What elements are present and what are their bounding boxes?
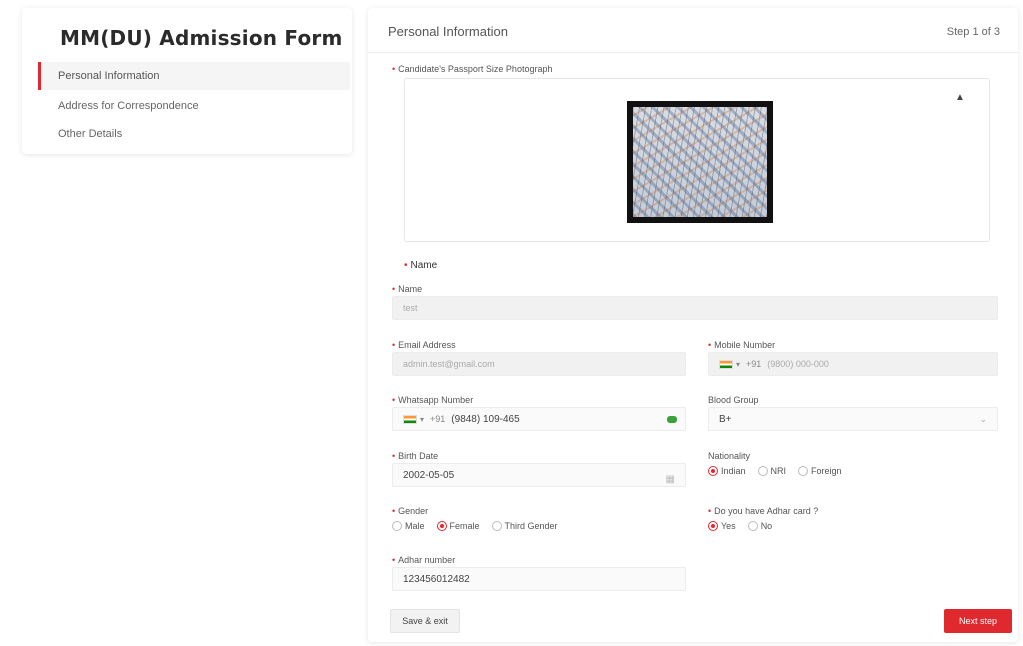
aadhar-number-field[interactable]: 123456012482 [392,567,686,591]
sidebar-item-personal-information[interactable]: Personal Information [38,62,350,90]
nationality-option-indian[interactable]: Indian [708,466,746,476]
aadhar-card-radio-group: Yes No [708,521,780,531]
panel-title: Personal Information [388,24,508,39]
nationality-radio-group: Indian NRI Foreign [708,466,850,476]
chevron-up-icon[interactable]: ▲ [951,89,969,107]
photo-label: • Candidate's Passport Size Photograph [392,64,553,74]
chevron-down-icon[interactable]: ▾ [736,360,740,369]
main-panel: Personal Information Step 1 of 3 • Candid… [368,8,1018,642]
sidebar-item-address[interactable]: Address for Correspondence [38,92,350,120]
aadhar-option-no[interactable]: No [747,521,772,531]
aadhar-card-label: • Do you have Adhar card ? [708,506,819,516]
form-title: MM(DU) Admission Form [60,26,343,50]
gender-radio-group: Male Female Third Gender [392,521,566,531]
email-label: • Email Address [392,340,456,350]
chevron-down-icon: ⌄ [979,414,987,424]
photo-upload-box[interactable]: ▲ [404,78,990,242]
blood-group-select[interactable]: B+ ⌄ [708,407,998,431]
email-field[interactable]: admin.test@gmail.com [392,352,686,376]
mobile-field[interactable]: ▾ +91 (9800) 000-000 [708,352,998,376]
aadhar-number-label: • Adhar number [392,555,456,565]
nationality-label: Nationality [708,451,751,461]
birth-date-label: • Birth Date [392,451,439,461]
gender-option-female[interactable]: Female [436,521,480,531]
sidebar: MM(DU) Admission Form Personal Informati… [22,8,352,154]
india-flag-icon [403,415,417,425]
gender-option-third-gender[interactable]: Third Gender [491,521,558,531]
name-label: • Name [392,284,423,294]
whatsapp-field[interactable]: ▾ +91 (9848) 109-465 [392,407,686,431]
birth-date-field[interactable]: 2002-05-05 ▦ [392,463,686,487]
step-indicator: Step 1 of 3 [946,26,1000,38]
divider [368,52,1018,53]
india-flag-icon [719,360,733,370]
mobile-label: • Mobile Number [708,340,776,350]
gender-option-male[interactable]: Male [392,521,425,531]
next-step-button[interactable]: Next step [944,609,1012,633]
whatsapp-status-icon [667,416,677,423]
chevron-down-icon[interactable]: ▾ [420,415,424,424]
blood-group-label: Blood Group [708,395,759,405]
aadhar-option-yes[interactable]: Yes [708,521,736,531]
nationality-option-nri[interactable]: NRI [757,466,786,476]
sidebar-item-other-details[interactable]: Other Details [38,120,350,148]
gender-label: • Gender [392,506,429,516]
save-exit-button[interactable]: Save & exit [390,609,460,633]
name-field[interactable]: test [392,296,998,320]
nationality-option-foreign[interactable]: Foreign [798,466,842,476]
section-name-heading: • Name [404,260,438,271]
photo-preview [627,101,773,223]
whatsapp-label: • Whatsapp Number [392,395,474,405]
calendar-icon[interactable]: ▦ [666,469,675,491]
